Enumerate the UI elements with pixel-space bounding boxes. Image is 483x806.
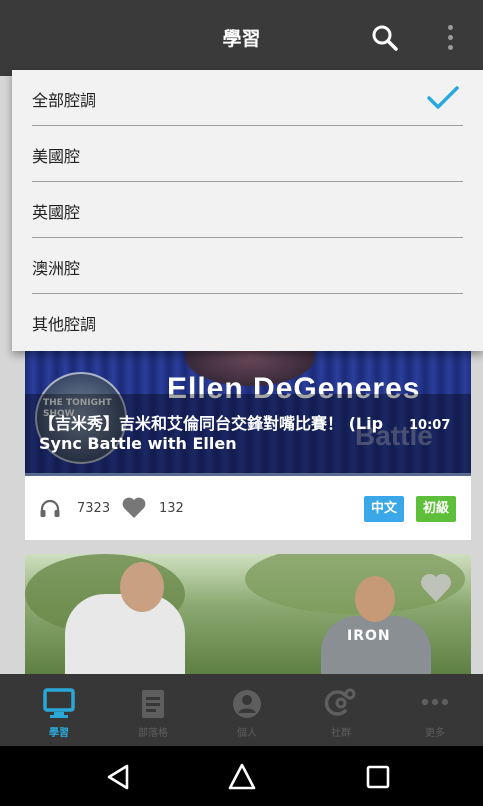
menu-item-label: 英國腔 (32, 203, 81, 222)
tab-community[interactable]: 社群 (294, 674, 388, 746)
thumbnail-figure-head (120, 562, 164, 612)
thumbnail-figure-head (355, 576, 395, 622)
bottom-tab-bar: 學習 部落格 個人 社群 更多 (12, 674, 483, 746)
thumbnail-figure (65, 594, 185, 674)
menu-item-american[interactable]: 美國腔 (12, 126, 483, 182)
menu-item-british[interactable]: 英國腔 (12, 182, 483, 238)
monitor-icon (43, 688, 75, 718)
menu-item-label: 澳洲腔 (32, 259, 81, 278)
tab-label: 學習 (49, 728, 69, 739)
heart-icon[interactable] (121, 496, 147, 520)
tab-label: 個人 (237, 728, 257, 739)
video-title[interactable]: 【吉米秀】吉米和艾倫同台交鋒對嘴比賽！ (Lip Sync Battle wit… (39, 414, 399, 454)
menu-item-other[interactable]: 其他腔調 (12, 294, 483, 350)
menu-item-australian[interactable]: 澳洲腔 (12, 238, 483, 294)
search-icon[interactable] (371, 24, 399, 52)
tab-more[interactable]: 更多 (388, 674, 482, 746)
tab-label: 社群 (331, 728, 351, 739)
community-icon (324, 688, 356, 716)
back-icon[interactable] (104, 762, 134, 792)
home-icon[interactable] (227, 762, 257, 792)
listen-count: 7323 (77, 501, 111, 516)
recents-icon[interactable] (363, 762, 393, 792)
tab-label: 更多 (425, 728, 445, 739)
tab-learn[interactable]: 學習 (12, 674, 106, 746)
menu-item-all-accents[interactable]: 全部腔調 (12, 70, 483, 126)
video-card[interactable]: IRON (25, 554, 471, 674)
favorite-heart-icon[interactable] (419, 572, 453, 604)
menu-item-label: 其他腔調 (32, 315, 97, 334)
menu-item-label: 全部腔調 (32, 91, 97, 110)
person-icon (233, 690, 261, 718)
system-nav-bar (0, 746, 483, 806)
tab-blog[interactable]: 部落格 (106, 674, 200, 746)
check-icon (427, 86, 459, 109)
thumbnail-caption: IRON (347, 628, 391, 644)
tab-profile[interactable]: 個人 (200, 674, 294, 746)
tab-bar-edge (0, 674, 12, 746)
video-duration: 10:07 (409, 418, 451, 433)
headphones-icon (40, 499, 60, 517)
more-vert-icon[interactable] (440, 22, 460, 54)
level-badge: 初級 (416, 496, 457, 522)
menu-item-label: 美國腔 (32, 147, 81, 166)
tab-label: 部落格 (138, 728, 168, 739)
document-icon (142, 690, 164, 718)
thumbnail-figure (321, 616, 431, 674)
video-thumbnail[interactable]: IRON (25, 554, 471, 674)
language-badge: 中文 (364, 496, 405, 522)
app-bar: 學習 (0, 0, 483, 76)
more-horiz-icon (421, 698, 449, 706)
accent-filter-menu: 全部腔調 美國腔 英國腔 澳洲腔 其他腔調 (12, 70, 483, 351)
page-title: 學習 (222, 28, 261, 50)
like-count: 132 (159, 501, 184, 516)
video-meta: 7323 132 中文 初級 (25, 476, 471, 540)
